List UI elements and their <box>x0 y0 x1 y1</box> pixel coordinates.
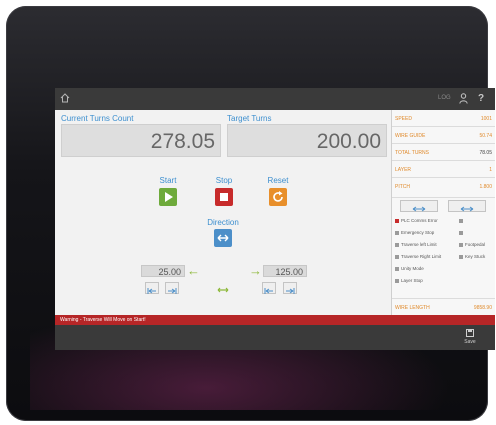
status-unity-mode: Unity Mode <box>395 266 424 271</box>
status-emergency-stop: Emergency Stop <box>395 230 434 235</box>
refresh-icon <box>273 191 283 202</box>
save-label: Save <box>464 339 476 345</box>
center-jog-button[interactable] <box>216 282 230 294</box>
status-label: Unity Mode <box>401 266 424 271</box>
jog-icon <box>264 288 273 294</box>
jog-icon <box>147 288 156 294</box>
play-icon <box>165 192 173 202</box>
status-label: Traverse left Limit <box>401 242 437 247</box>
side-row-key: WIRE LENGTH <box>395 305 430 311</box>
side-row-value: 1001 <box>480 116 492 122</box>
side-row-key: TOTAL TURNS <box>395 150 429 156</box>
photo-scene: LOG ? Current Turns Count 278.05 Target … <box>0 0 496 425</box>
jog-left-start-button[interactable] <box>145 282 159 294</box>
target-turns-label: Target Turns <box>227 114 272 123</box>
pitch-increase-button[interactable] <box>448 200 486 212</box>
side-row-value: 1 <box>489 167 492 173</box>
side-row-value: 1.800 <box>479 184 492 190</box>
status-right-2 <box>459 230 465 235</box>
stop-button[interactable] <box>215 188 233 206</box>
status-side-panel: SPEED 1001 WIRE GUIDE 50.74 TOTAL TURNS … <box>391 110 495 315</box>
current-turns-value: 278.05 <box>61 124 221 157</box>
side-row-key: PITCH <box>395 184 410 190</box>
jog-icon <box>412 206 426 212</box>
status-label: Key Stuck <box>465 254 486 259</box>
status-indicator <box>395 230 399 235</box>
hmi-screen: LOG ? Current Turns Count 278.05 Target … <box>55 88 495 350</box>
status-right-1 <box>459 218 465 223</box>
status-footpedal: Footpedal <box>459 242 485 247</box>
floppy-disk-icon <box>466 329 474 337</box>
reset-button[interactable] <box>269 188 287 206</box>
main-panel: Current Turns Count 278.05 Target Turns … <box>55 110 391 315</box>
start-label: Start <box>159 176 177 185</box>
direction-button[interactable] <box>214 229 232 247</box>
stop-label: Stop <box>215 176 233 185</box>
jog-icon <box>460 206 474 212</box>
home-icon[interactable] <box>60 93 70 103</box>
side-row-key: SPEED <box>395 116 412 122</box>
status-key-stuck: Key Stuck <box>459 254 485 259</box>
current-turns-label: Current Turns Count <box>61 114 134 123</box>
pitch-decrease-button[interactable] <box>400 200 438 212</box>
warning-banner: Warning - Traverse Will Move on Start! <box>55 315 495 325</box>
status-label: PLC Comms Error <box>401 218 438 223</box>
help-icon[interactable]: ? <box>478 93 484 104</box>
status-indicator <box>395 242 399 247</box>
side-row-speed: SPEED 1001 <box>392 110 495 127</box>
jog-right-end-button[interactable] <box>283 282 297 294</box>
status-indicator <box>459 230 463 235</box>
side-row-layer: LAYER 1 <box>392 161 495 178</box>
top-bar-label: LOG <box>438 95 451 101</box>
double-arrow-icon <box>217 234 229 242</box>
status-label: Emergency Stop <box>401 230 435 235</box>
top-bar: LOG ? <box>55 88 495 110</box>
arrow-left-icon: ← <box>187 263 200 278</box>
user-icon[interactable] <box>459 93 468 104</box>
status-plc-comms-error: PLC Comms Error <box>395 218 438 223</box>
side-row-pitch: PITCH 1.800 <box>392 178 495 198</box>
status-indicator <box>395 254 399 259</box>
bottom-bar: Save <box>55 325 495 350</box>
status-indicator <box>395 266 399 271</box>
target-turns-value[interactable]: 200.00 <box>227 124 387 157</box>
status-indicator <box>459 218 463 223</box>
status-label: Layer Stop <box>401 278 423 283</box>
status-label: Traverse Right Limit <box>401 254 442 259</box>
jog-icon <box>168 288 177 294</box>
status-layer-stop: Layer Stop <box>395 278 423 283</box>
side-row-key: WIRE GUIDE <box>395 133 426 139</box>
status-indicator <box>459 242 463 247</box>
side-row-value: 9858.90 <box>473 305 492 311</box>
side-row-value: 78.05 <box>479 150 492 156</box>
start-button[interactable] <box>159 188 177 206</box>
side-row-value: 50.74 <box>479 133 492 139</box>
traverse-left-value[interactable]: 25.00 <box>141 265 185 277</box>
status-label: Footpedal <box>465 242 486 247</box>
save-button[interactable]: Save <box>460 329 480 345</box>
side-row-total-turns: TOTAL TURNS 78.05 <box>392 144 495 161</box>
status-traverse-right-limit: Traverse Right Limit <box>395 254 441 259</box>
side-row-wire-guide: WIRE GUIDE 50.74 <box>392 127 495 144</box>
traverse-right-value[interactable]: 125.00 <box>263 265 307 277</box>
jog-icon <box>286 288 295 294</box>
jog-left-end-button[interactable] <box>165 282 179 294</box>
side-row-key: LAYER <box>395 167 412 173</box>
jog-right-start-button[interactable] <box>262 282 276 294</box>
reset-label: Reset <box>267 176 289 185</box>
status-traverse-left-limit: Traverse left Limit <box>395 242 437 247</box>
status-indicator <box>395 218 399 223</box>
arrow-right-icon: → <box>249 263 262 278</box>
stop-icon <box>220 193 228 201</box>
status-indicator <box>459 254 463 259</box>
double-arrow-icon <box>217 287 229 293</box>
side-row-wire-length: WIRE LENGTH 9858.90 <box>392 298 495 315</box>
direction-label: Direction <box>207 218 239 227</box>
status-indicator <box>395 278 399 283</box>
